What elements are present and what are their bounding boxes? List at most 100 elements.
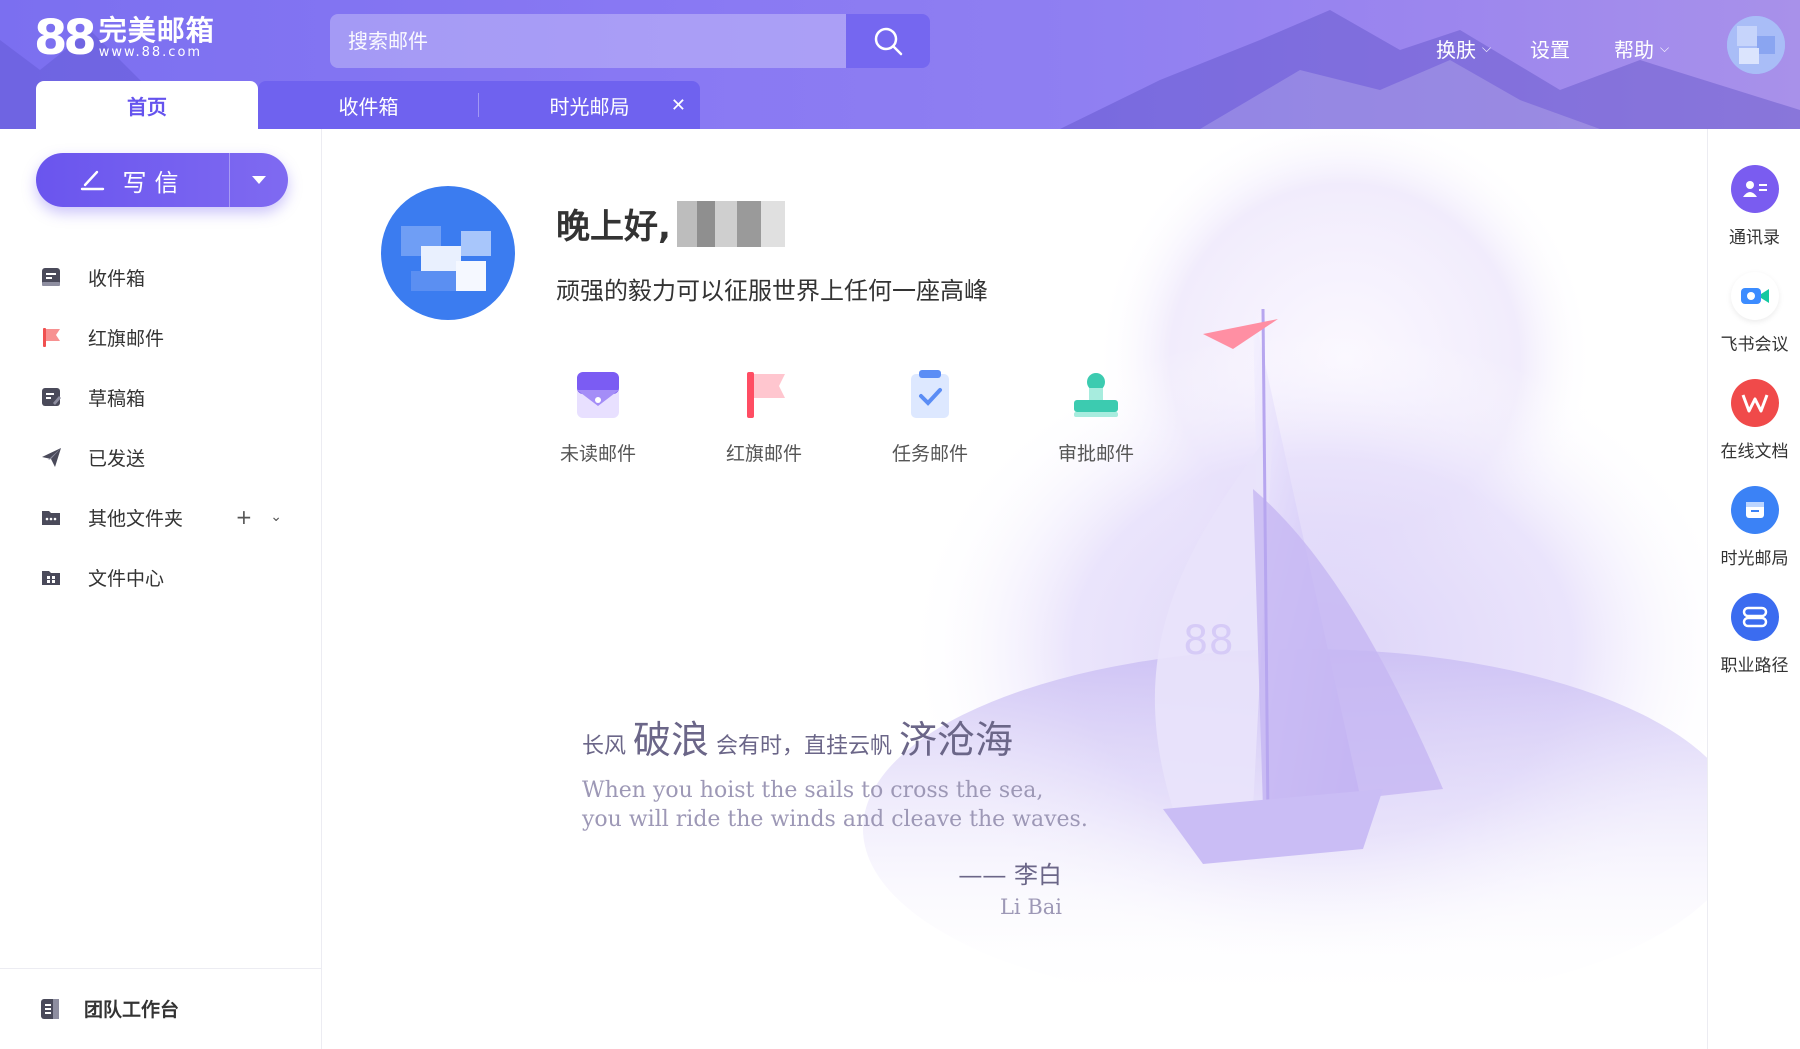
rail-feishu-meeting[interactable]: 飞书会议 <box>1708 272 1800 355</box>
chevron-down-icon: ⌵ <box>1482 41 1492 55</box>
quick-access: 未读邮件 红旗邮件 任务邮件 审批邮件 <box>555 365 1139 466</box>
poem-part: 会有时，直挂云帆 <box>716 734 893 759</box>
settings-menu[interactable]: 设置 <box>1530 34 1570 63</box>
sidebar-item-label: 草稿箱 <box>88 387 146 410</box>
quick-label: 未读邮件 <box>559 443 636 465</box>
sidebar-item-inbox[interactable]: 收件箱 <box>0 247 322 307</box>
folder-nav: 收件箱 红旗邮件 草稿箱 已发送 其他文件夹 + ⌄ 文件中心 <box>0 247 322 607</box>
logo-url: www.88.com <box>98 45 203 60</box>
time-post-icon <box>1730 486 1779 534</box>
poem-english: When you hoist the sails to cross the se… <box>582 776 1088 834</box>
sidebar-item-sent[interactable]: 已发送 <box>0 427 322 487</box>
chevron-down-icon: ⌵ <box>1660 41 1670 55</box>
rail-online-doc[interactable]: 在线文档 <box>1708 379 1800 462</box>
brand-logo[interactable]: 88 完美邮箱 www.88.com <box>34 14 215 62</box>
tab-label: 首页 <box>127 94 167 119</box>
flag-mail-icon <box>734 365 794 425</box>
caret-down-icon <box>252 176 266 184</box>
quick-label: 任务邮件 <box>891 443 968 465</box>
help-menu[interactable]: 帮助 ⌵ <box>1614 34 1669 63</box>
settings-label: 设置 <box>1530 38 1570 62</box>
approval-mail-icon <box>1066 365 1126 425</box>
sent-icon <box>40 446 62 468</box>
poem-block: 长风 破浪 会有时，直挂云帆 济沧海 When you hoist the sa… <box>582 709 1088 834</box>
rail-career-path[interactable]: 职业路径 <box>1708 593 1800 676</box>
pen-icon <box>80 170 104 191</box>
blurred-username <box>676 200 785 247</box>
logo-name: 完美邮箱 <box>98 14 215 47</box>
quick-label: 红旗邮件 <box>725 443 802 465</box>
tab-inbox[interactable]: 收件箱 <box>258 81 479 129</box>
poem-part: 长风 <box>582 734 627 759</box>
skin-menu[interactable]: 换肤 ⌵ <box>1436 34 1491 63</box>
profile-avatar[interactable] <box>381 186 515 320</box>
compose-button[interactable]: 写信 <box>36 153 288 207</box>
rail-label: 飞书会议 <box>1720 335 1789 355</box>
quick-label: 审批邮件 <box>1057 443 1134 465</box>
red-flag-icon <box>40 326 62 348</box>
contacts-icon <box>1730 165 1779 213</box>
task-mail-icon <box>900 365 960 425</box>
logo-mark: 88 <box>34 10 97 66</box>
right-app-rail: 通讯录 飞书会议 在线文档 时光邮局 职业路径 <box>1707 129 1800 1049</box>
close-icon[interactable]: ✕ <box>671 95 686 116</box>
greeting-text: 晚上好, <box>556 207 671 247</box>
feishu-meeting-icon <box>1730 272 1779 320</box>
sidebar-item-label: 收件箱 <box>88 267 146 290</box>
quick-task[interactable]: 任务邮件 <box>887 365 973 466</box>
career-path-icon <box>1730 593 1779 641</box>
svg-text:88: 88 <box>1183 618 1234 664</box>
tab-home[interactable]: 首页 <box>36 81 258 129</box>
team-label: 团队工作台 <box>84 999 180 1021</box>
poem-en-line: you will ride the winds and cleave the w… <box>582 807 1088 832</box>
rail-label: 时光邮局 <box>1720 549 1789 569</box>
sidebar-item-label: 其他文件夹 <box>88 507 184 530</box>
motto: 顽强的毅力可以征服世界上任何一座高峰 <box>556 277 988 305</box>
search-input[interactable] <box>348 29 846 53</box>
poem-author-en: Li Bai <box>999 895 1062 919</box>
help-label: 帮助 <box>1614 38 1654 62</box>
quick-approval[interactable]: 审批邮件 <box>1053 365 1139 466</box>
poem-part: 济沧海 <box>899 718 1014 762</box>
team-workspace[interactable]: 团队工作台 <box>0 968 322 1048</box>
unread-mail-icon <box>568 365 628 425</box>
user-avatar[interactable] <box>1727 16 1785 74</box>
rail-label: 通讯录 <box>1729 228 1780 248</box>
skin-label: 换肤 <box>1436 38 1476 62</box>
sidebar-item-label: 红旗邮件 <box>88 327 165 350</box>
home-main: 88 晚上好, 顽强的毅力可以征服世界上任何一座高峰 未读邮件 红旗邮件 任务邮… <box>323 129 1707 1049</box>
folder-icon <box>40 506 62 528</box>
quick-flag[interactable]: 红旗邮件 <box>721 365 807 466</box>
poem-chinese: 长风 破浪 会有时，直挂云帆 济沧海 <box>582 709 1088 764</box>
sidebar-item-other-folders[interactable]: 其他文件夹 + ⌄ <box>0 487 322 547</box>
compose-main[interactable]: 写信 <box>36 153 229 207</box>
quick-unread[interactable]: 未读邮件 <box>555 365 641 466</box>
add-folder-icon[interactable]: + <box>236 505 253 529</box>
draft-icon <box>40 386 62 408</box>
sidebar-item-file-center[interactable]: 文件中心 <box>0 547 322 607</box>
greeting: 晚上好, <box>556 199 785 248</box>
search-box <box>330 14 846 68</box>
poem-author: —— 李白 <box>958 861 1062 889</box>
chevron-down-icon[interactable]: ⌄ <box>270 509 282 525</box>
search-icon <box>874 27 903 56</box>
rail-time-post[interactable]: 时光邮局 <box>1708 486 1800 569</box>
tab-label: 时光邮局 <box>549 94 630 119</box>
compose-label: 写信 <box>122 168 187 197</box>
search-button[interactable] <box>846 14 930 68</box>
left-sidebar: 写信 收件箱 红旗邮件 草稿箱 已发送 其他文件夹 + ⌄ 文件中心 团队工作台 <box>0 129 322 1049</box>
file-center-icon <box>40 566 62 588</box>
sidebar-item-red-flag[interactable]: 红旗邮件 <box>0 307 322 367</box>
team-icon <box>40 998 60 1020</box>
poem-en-line: When you hoist the sails to cross the se… <box>582 778 1044 803</box>
sidebar-item-label: 文件中心 <box>88 567 165 590</box>
inbox-icon <box>40 266 62 288</box>
rail-label: 在线文档 <box>1720 442 1789 462</box>
tab-bar: 首页 收件箱 时光邮局 ✕ <box>36 81 700 129</box>
sidebar-item-label: 已发送 <box>88 447 146 470</box>
compose-dropdown[interactable] <box>230 153 288 207</box>
sidebar-item-drafts[interactable]: 草稿箱 <box>0 367 322 427</box>
online-doc-icon <box>1730 379 1779 427</box>
tab-time-post[interactable]: 时光邮局 ✕ <box>479 81 700 129</box>
rail-contacts[interactable]: 通讯录 <box>1708 165 1800 248</box>
